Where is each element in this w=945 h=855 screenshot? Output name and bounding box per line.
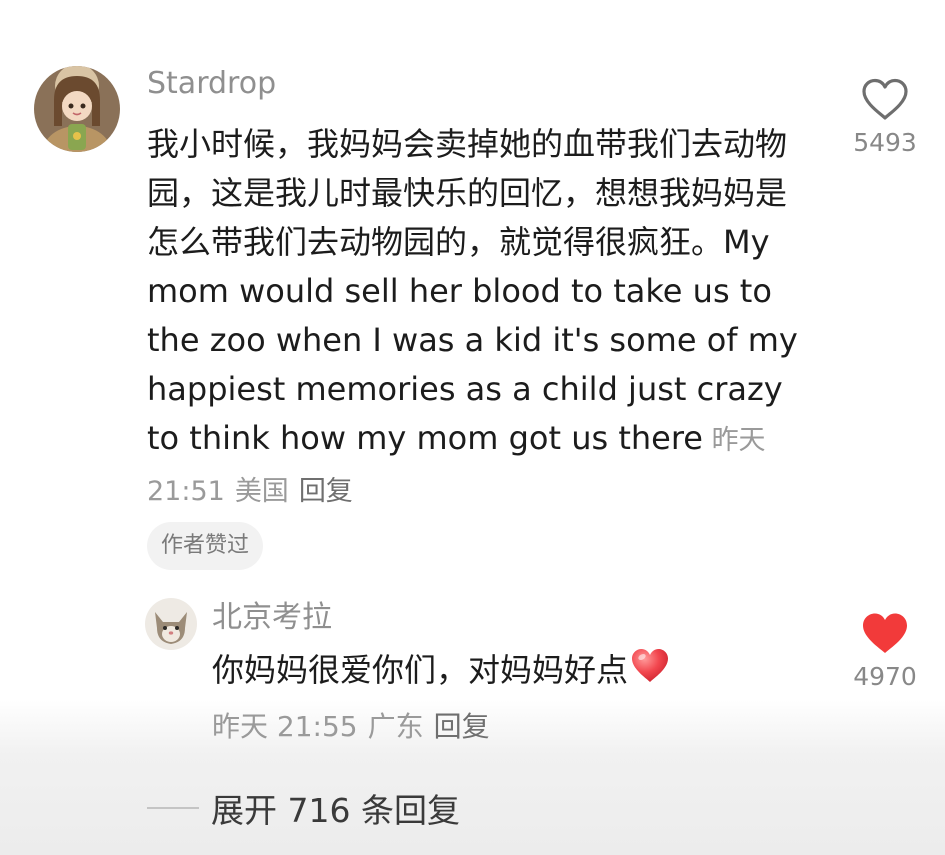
avatar[interactable]	[34, 66, 120, 152]
reply-time: 昨天 21:55	[212, 710, 358, 743]
reply-like-count: 4970	[853, 662, 917, 691]
expand-replies-button[interactable]: 展开 716 条回复	[147, 784, 460, 832]
reply-location: 广东	[367, 710, 424, 743]
like-count: 5493	[853, 128, 917, 157]
reply-username[interactable]: 北京考拉	[212, 600, 332, 636]
comment-username[interactable]: Stardrop	[147, 66, 276, 102]
expand-replies-label: 展开 716 条回复	[211, 791, 460, 830]
red-heart-emoji-icon	[630, 647, 670, 698]
reply-like[interactable]: 4970	[840, 612, 930, 692]
comment-location: 美国	[234, 476, 289, 507]
reply-avatar[interactable]	[145, 598, 197, 650]
heart-outline-icon[interactable]	[861, 78, 909, 122]
reply-button[interactable]: 回复	[299, 476, 353, 507]
reply-text: 你妈妈很爱你们，对妈妈好点	[212, 651, 629, 689]
comment-like[interactable]: 5493	[840, 78, 930, 158]
divider-line	[147, 807, 199, 809]
reply-meta: 昨天 21:55 广东 回复	[212, 706, 490, 748]
comment-text: 我小时候，我妈妈会卖掉她的血带我们去动物园，这是我儿时最快乐的回忆，想想我妈妈是…	[147, 125, 798, 457]
reply-to-reply-button[interactable]: 回复	[434, 710, 490, 743]
author-liked-badge: 作者赞过	[147, 522, 264, 570]
comment-body: 我小时候，我妈妈会卖掉她的血带我们去动物园，这是我儿时最快乐的回忆，想想我妈妈是…	[147, 120, 812, 516]
heart-filled-icon[interactable]	[861, 612, 909, 656]
reply-body: 你妈妈很爱你们，对妈妈好点	[212, 646, 670, 698]
